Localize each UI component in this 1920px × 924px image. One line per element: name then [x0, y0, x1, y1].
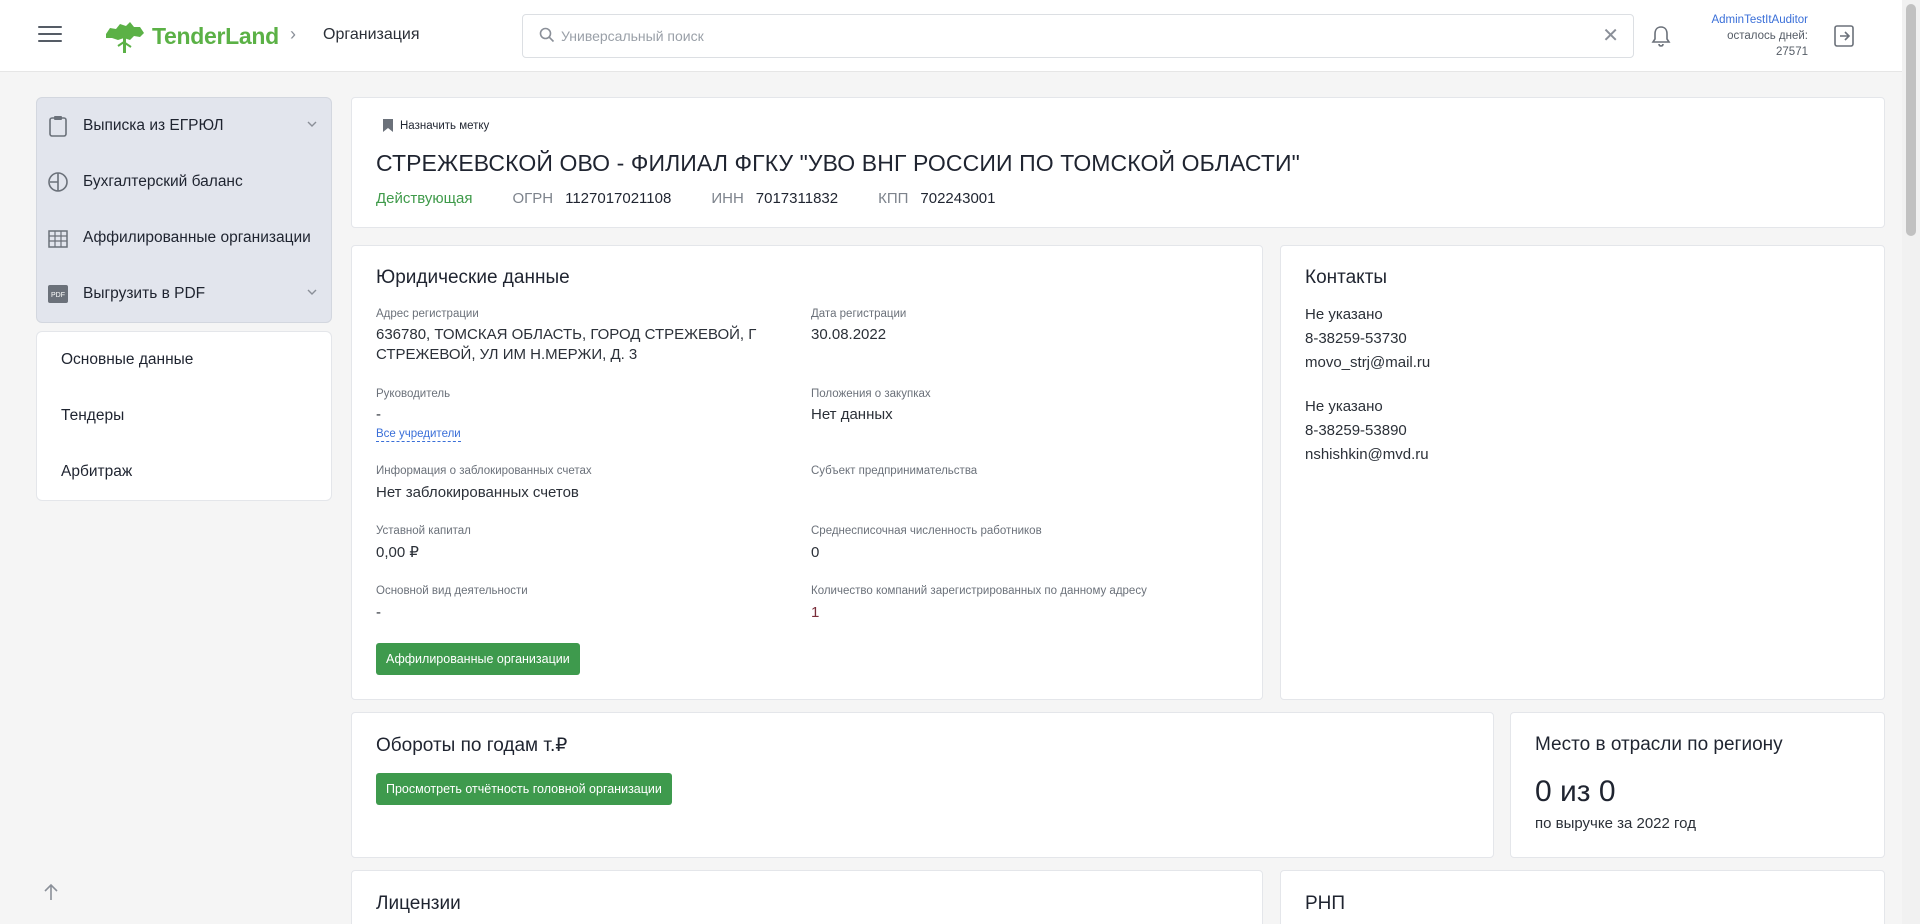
head-org-reports-button[interactable]: Просмотреть отчётность головной организа… [376, 773, 672, 805]
reg-date-value: 30.08.2022 [811, 326, 887, 343]
chevron-down-icon[interactable] [307, 288, 317, 296]
address-line-2: СТРЕЖЕВОЙ, УЛ ИМ Н.МЕРЖИ, Д. 3 [376, 346, 638, 363]
procurement-value: Нет данных [811, 406, 893, 423]
sidebar-item-egrul[interactable]: Выписка из ЕГРЮЛ [37, 98, 331, 154]
legal-data-card: Юридические данные Адрес регистрации 636… [351, 245, 1263, 700]
chevron-down-icon[interactable] [307, 120, 317, 128]
inn-value: 7017311832 [755, 190, 839, 207]
sidebar-item-label: Бухгалтерский баланс [83, 173, 243, 190]
search-box: ✕ [522, 14, 1634, 58]
same-address-value[interactable]: 1 [811, 603, 819, 623]
sidebar-item-label: Аффилированные организации [83, 229, 311, 246]
buildings-icon [47, 227, 69, 249]
rnp-card: РНП [1280, 870, 1885, 924]
contact-email[interactable]: nshishkin@mvd.ru [1305, 446, 1429, 463]
status-badge: Действующая [376, 190, 473, 207]
pdf-icon: PDF [47, 283, 69, 305]
address-line-1: 636780, ТОМСКАЯ ОБЛАСТЬ, ГОРОД СТРЕЖЕВОЙ… [376, 326, 757, 343]
org-title: СТРЕЖЕВСКОЙ ОВО - ФИЛИАЛ ФГКУ "УВО ВНГ Р… [376, 150, 1300, 176]
days-left-value: 27571 [1776, 46, 1808, 58]
clipboard-icon [47, 115, 69, 137]
tree-logo-icon [106, 22, 144, 53]
contact-phone[interactable]: 8-38259-53730 [1305, 330, 1407, 347]
rnp-title: РНП [1305, 893, 1346, 914]
sidebar-nav: Основные данные Тендеры Арбитраж [36, 331, 332, 501]
blocked-accounts-label: Информация о заблокированных счетах [376, 465, 592, 477]
turnover-card: Обороты по годам т.₽ Просмотреть отчётно… [351, 712, 1494, 858]
contact-email[interactable]: movo_strj@mail.ru [1305, 354, 1430, 371]
logo-text: TenderLand [152, 22, 279, 49]
sidebar-item-label: Выписка из ЕГРЮЛ [83, 117, 224, 134]
close-icon[interactable]: ✕ [1602, 25, 1619, 47]
inn-label: ИНН [711, 190, 744, 207]
capital-label: Уставной капитал [376, 525, 471, 537]
contacts-card: Контакты Не указано 8-38259-53730 movo_s… [1280, 245, 1885, 700]
procurement-label: Положения о закупках [811, 388, 931, 400]
nav-item-tenders[interactable]: Тендеры [61, 407, 124, 425]
assign-label-text: Назначить метку [400, 119, 490, 132]
days-left-label: осталось дней: [1727, 30, 1808, 42]
nav-item-arbitration[interactable]: Арбитраж [61, 463, 132, 481]
industry-rank-value: 0 из 0 [1535, 775, 1616, 808]
reg-date-label: Дата регистрации [811, 308, 907, 320]
contact-name: Не указано [1305, 306, 1383, 323]
sidebar-item-label: Выгрузить в PDF [83, 285, 206, 302]
org-identifiers: Действующая ОГРН 1127017021108 ИНН 70173… [376, 190, 1036, 207]
address-label: Адрес регистрации [376, 308, 479, 320]
business-subject-label: Субъект предпринимательства [811, 465, 978, 477]
legal-data-title: Юридические данные [376, 267, 570, 288]
turnover-title: Обороты по годам т.₽ [376, 735, 568, 756]
assign-label-button[interactable]: Назначить метку [382, 118, 489, 133]
ogrn-label: ОГРН [512, 190, 554, 207]
same-address-label: Количество компаний зарегистрированных п… [811, 585, 1147, 597]
blocked-accounts-value: Нет заблокированных счетов [376, 484, 579, 501]
menu-icon[interactable] [38, 26, 62, 46]
head-label: Руководитель [376, 388, 451, 400]
svg-text:PDF: PDF [51, 292, 65, 299]
user-info: AdminTestItAuditor осталось дней: 27571 [1680, 12, 1808, 60]
industry-rank-title: Место в отрасли по региону [1535, 734, 1783, 755]
contact-name: Не указано [1305, 398, 1383, 415]
breadcrumb-current: Организация [323, 26, 420, 43]
all-founders-link[interactable]: Все учредители [376, 427, 461, 442]
pie-chart-icon [47, 171, 69, 193]
bell-icon[interactable] [1650, 24, 1672, 48]
contact-phone[interactable]: 8-38259-53890 [1305, 422, 1407, 439]
affiliated-orgs-button[interactable]: Аффилированные организации [376, 643, 580, 675]
logout-icon[interactable] [1832, 24, 1856, 48]
head-value: - [376, 406, 381, 423]
org-header-card: Назначить метку СТРЕЖЕВСКОЙ ОВО - ФИЛИАЛ… [351, 97, 1885, 228]
search-input[interactable] [561, 21, 1561, 51]
sidebar-item-balance[interactable]: Бухгалтерский баланс [37, 154, 331, 210]
contacts-title: Контакты [1305, 267, 1388, 288]
nav-item-main-data[interactable]: Основные данные [61, 351, 193, 369]
activity-label: Основной вид деятельности [376, 585, 528, 597]
user-name-link[interactable]: AdminTestItAuditor [1680, 12, 1808, 28]
sidebar-item-pdf[interactable]: PDF Выгрузить в PDF [37, 266, 331, 322]
bookmark-icon [383, 119, 393, 132]
ogrn-value: 1127017021108 [565, 190, 672, 207]
industry-rank-subtitle: по выручке за 2022 год [1535, 815, 1696, 832]
employees-label: Среднесписочная численность работников [811, 525, 1042, 537]
page-scrollbar[interactable] [1902, 0, 1920, 924]
search-icon [539, 27, 555, 43]
scrollbar-thumb[interactable] [1906, 4, 1916, 236]
kpp-value: 702243001 [920, 190, 996, 207]
chevron-right-icon: › [290, 24, 296, 44]
licenses-title: Лицензии [376, 893, 461, 914]
licenses-card: Лицензии [351, 870, 1263, 924]
sidebar-actions: Выписка из ЕГРЮЛ Бухгалтерский баланс Аф… [36, 97, 332, 323]
activity-value: - [376, 604, 381, 621]
kpp-label: КПП [878, 190, 909, 207]
sidebar-item-affiliated[interactable]: Аффилированные организации [37, 210, 331, 266]
capital-value: 0,00 ₽ [376, 544, 419, 561]
employees-value: 0 [811, 544, 820, 561]
industry-rank-card: Место в отрасли по региону 0 из 0 по выр… [1510, 712, 1885, 858]
top-bar: TenderLand › Организация ✕ AdminTestItAu… [0, 0, 1902, 72]
logo[interactable]: TenderLand [100, 16, 279, 56]
arrow-up-icon[interactable] [42, 882, 60, 902]
